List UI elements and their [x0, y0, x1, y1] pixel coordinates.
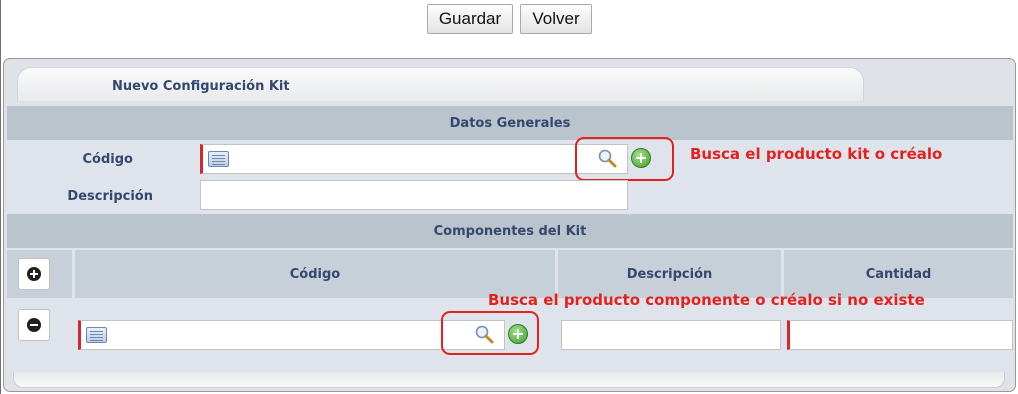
add-row-button[interactable] [18, 258, 50, 290]
minus-circle-icon [27, 318, 41, 332]
componente-cantidad-field[interactable] [787, 320, 1013, 350]
component-highlight-box [441, 311, 539, 355]
kit-highlight-box [575, 137, 674, 181]
list-icon[interactable] [208, 151, 229, 167]
panel-content: Datos Generales Código Busca el producto… [7, 103, 1013, 377]
panel-footer [13, 372, 1005, 388]
plus-circle-icon [27, 267, 41, 281]
datos-generales-header: Datos Generales [7, 106, 1013, 140]
component-annotation: Busca el producto componente o créalo si… [488, 291, 925, 309]
panel-title: Nuevo Configuración Kit [112, 79, 290, 94]
save-button[interactable]: Guardar [427, 4, 513, 34]
codigo-label: Código [82, 152, 133, 167]
list-icon[interactable] [86, 327, 107, 343]
kit-annotation: Busca el producto kit o créalo [690, 145, 943, 163]
panel-tab: Nuevo Configuración Kit [17, 67, 864, 101]
back-button[interactable]: Volver [520, 4, 592, 34]
componentes-header: Componentes del Kit [7, 214, 1013, 248]
window-edge [0, 0, 1, 394]
componente-descripcion-field[interactable] [561, 320, 781, 350]
kit-config-panel: Nuevo Configuración Kit Datos Generales … [3, 58, 1016, 392]
kit-codigo-field[interactable] [200, 144, 628, 174]
remove-row-button[interactable] [18, 309, 50, 341]
descripcion-label: Descripción [67, 189, 153, 204]
kit-descripcion-field[interactable] [200, 180, 628, 210]
codigo-column-header: Código [75, 250, 555, 298]
toolbar: Guardar Volver [427, 4, 592, 34]
